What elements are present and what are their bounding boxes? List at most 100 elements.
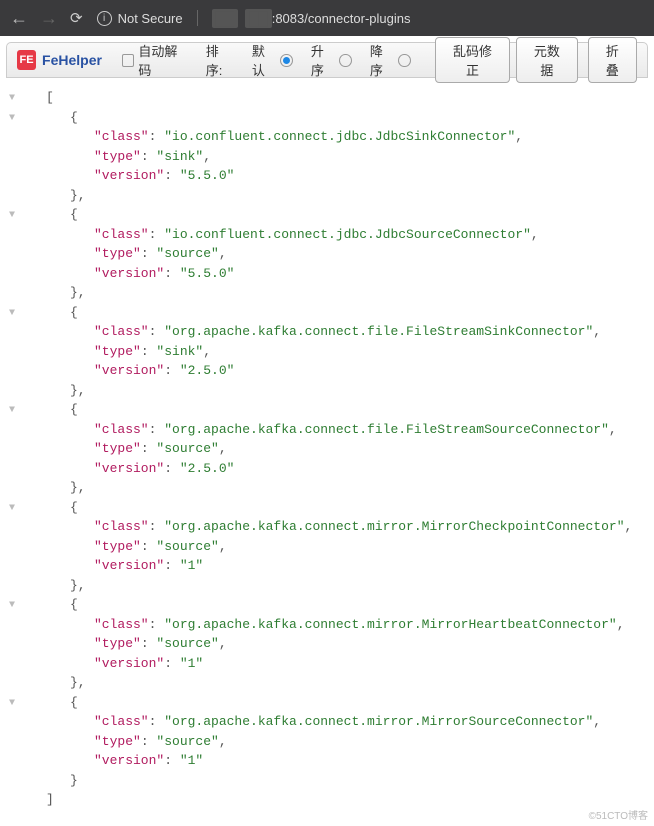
code-content: "class": "org.apache.kafka.connect.file.… <box>22 420 617 440</box>
radio-icon[interactable] <box>339 54 351 67</box>
gutter <box>2 225 22 228</box>
code-content: "type": "source", <box>22 634 227 654</box>
sort-default[interactable]: 默认 <box>252 41 293 79</box>
forward-icon[interactable]: → <box>40 8 58 29</box>
json-line: "class": "org.apache.kafka.connect.mirro… <box>2 615 644 635</box>
json-line: ▼{ <box>2 498 644 518</box>
code-content: } <box>22 771 78 791</box>
json-line: "type": "source", <box>2 634 644 654</box>
fold-button[interactable]: 折叠 <box>588 37 637 83</box>
code-content: "class": "org.apache.kafka.connect.mirro… <box>22 712 601 732</box>
json-line: }, <box>2 381 644 401</box>
code-content: { <box>22 108 78 128</box>
gutter <box>2 732 22 735</box>
sort-desc[interactable]: 降序 <box>370 41 411 79</box>
nav-arrows: ← → ⟳ <box>10 8 83 29</box>
collapse-toggle-icon[interactable]: ▼ <box>2 595 22 613</box>
url-text[interactable]: ██ ██:8083/connector-plugins <box>212 11 411 26</box>
reload-icon[interactable]: ⟳ <box>70 9 83 27</box>
gutter <box>2 478 22 481</box>
json-line: "class": "org.apache.kafka.connect.file.… <box>2 420 644 440</box>
checkbox-icon[interactable] <box>122 54 134 67</box>
json-line: "class": "org.apache.kafka.connect.file.… <box>2 322 644 342</box>
json-line: ▼[ <box>2 88 644 108</box>
json-line: "version": "5.5.0" <box>2 166 644 186</box>
code-content: ] <box>22 790 54 810</box>
json-line: "type": "sink", <box>2 342 644 362</box>
json-line: }, <box>2 576 644 596</box>
auto-decode-option[interactable]: 自动解码 <box>122 41 188 79</box>
json-line: "class": "io.confluent.connect.jdbc.Jdbc… <box>2 127 644 147</box>
code-content: "version": "1" <box>22 556 203 576</box>
info-icon: i <box>97 11 112 26</box>
json-line: }, <box>2 186 644 206</box>
code-content: }, <box>22 186 86 206</box>
radio-icon[interactable] <box>280 54 292 67</box>
json-line: "type": "source", <box>2 537 644 557</box>
gutter <box>2 576 22 579</box>
watermark: ©51CTO博客 <box>589 807 648 822</box>
gutter <box>2 673 22 676</box>
code-content: "version": "2.5.0" <box>22 459 234 479</box>
code-content: { <box>22 400 78 420</box>
code-content: "class": "org.apache.kafka.connect.file.… <box>22 322 601 342</box>
security-label: Not Secure <box>118 11 183 26</box>
gutter <box>2 556 22 559</box>
collapse-toggle-icon[interactable]: ▼ <box>2 303 22 321</box>
collapse-toggle-icon[interactable]: ▼ <box>2 88 22 106</box>
code-content: }, <box>22 673 86 693</box>
fehelper-toolbar: FE FeHelper 自动解码 排序: 默认 升序 降序 乱码修正 元数据 折… <box>6 42 648 78</box>
browser-bar: ← → ⟳ i Not Secure ██ ██:8083/connector-… <box>0 0 654 36</box>
json-line: "type": "source", <box>2 244 644 264</box>
code-content: "type": "source", <box>22 439 227 459</box>
json-line: "version": "1" <box>2 654 644 674</box>
code-content: "version": "2.5.0" <box>22 361 234 381</box>
code-content: "class": "org.apache.kafka.connect.mirro… <box>22 615 625 635</box>
json-line: "class": "org.apache.kafka.connect.mirro… <box>2 712 644 732</box>
gutter <box>2 459 22 462</box>
gutter <box>2 634 22 637</box>
collapse-toggle-icon[interactable]: ▼ <box>2 205 22 223</box>
gutter <box>2 790 22 793</box>
code-content: { <box>22 693 78 713</box>
json-line: ▼{ <box>2 205 644 225</box>
collapse-toggle-icon[interactable]: ▼ <box>2 693 22 711</box>
sort-label: 排序: <box>206 41 234 79</box>
code-content: "class": "io.confluent.connect.jdbc.Jdbc… <box>22 225 539 245</box>
gutter <box>2 381 22 384</box>
collapse-toggle-icon[interactable]: ▼ <box>2 498 22 516</box>
code-content: }, <box>22 478 86 498</box>
code-content: { <box>22 205 78 225</box>
json-line: "class": "io.confluent.connect.jdbc.Jdbc… <box>2 225 644 245</box>
sort-asc[interactable]: 升序 <box>311 41 352 79</box>
code-content: "type": "source", <box>22 537 227 557</box>
code-content: "type": "sink", <box>22 342 211 362</box>
json-line: "version": "5.5.0" <box>2 264 644 284</box>
gutter <box>2 127 22 130</box>
gutter <box>2 712 22 715</box>
json-line: }, <box>2 673 644 693</box>
code-content: "version": "5.5.0" <box>22 264 234 284</box>
collapse-toggle-icon[interactable]: ▼ <box>2 108 22 126</box>
gutter <box>2 615 22 618</box>
gutter <box>2 342 22 345</box>
json-line: } <box>2 771 644 791</box>
fix-encoding-button[interactable]: 乱码修正 <box>435 37 511 83</box>
json-line: "version": "2.5.0" <box>2 361 644 381</box>
gutter <box>2 517 22 520</box>
json-line: ▼{ <box>2 595 644 615</box>
security-badge[interactable]: i Not Secure <box>97 11 183 26</box>
back-icon[interactable]: ← <box>10 8 28 29</box>
gutter <box>2 771 22 774</box>
radio-icon[interactable] <box>398 54 410 67</box>
metadata-button[interactable]: 元数据 <box>516 37 577 83</box>
json-viewer: ▼[▼{"class": "io.confluent.connect.jdbc.… <box>0 78 654 820</box>
code-content: { <box>22 303 78 323</box>
json-line: "version": "2.5.0" <box>2 459 644 479</box>
json-line: "type": "sink", <box>2 147 644 167</box>
collapse-toggle-icon[interactable]: ▼ <box>2 400 22 418</box>
code-content: "type": "sink", <box>22 147 211 167</box>
json-line: "type": "source", <box>2 732 644 752</box>
gutter <box>2 439 22 442</box>
code-content: "type": "source", <box>22 732 227 752</box>
